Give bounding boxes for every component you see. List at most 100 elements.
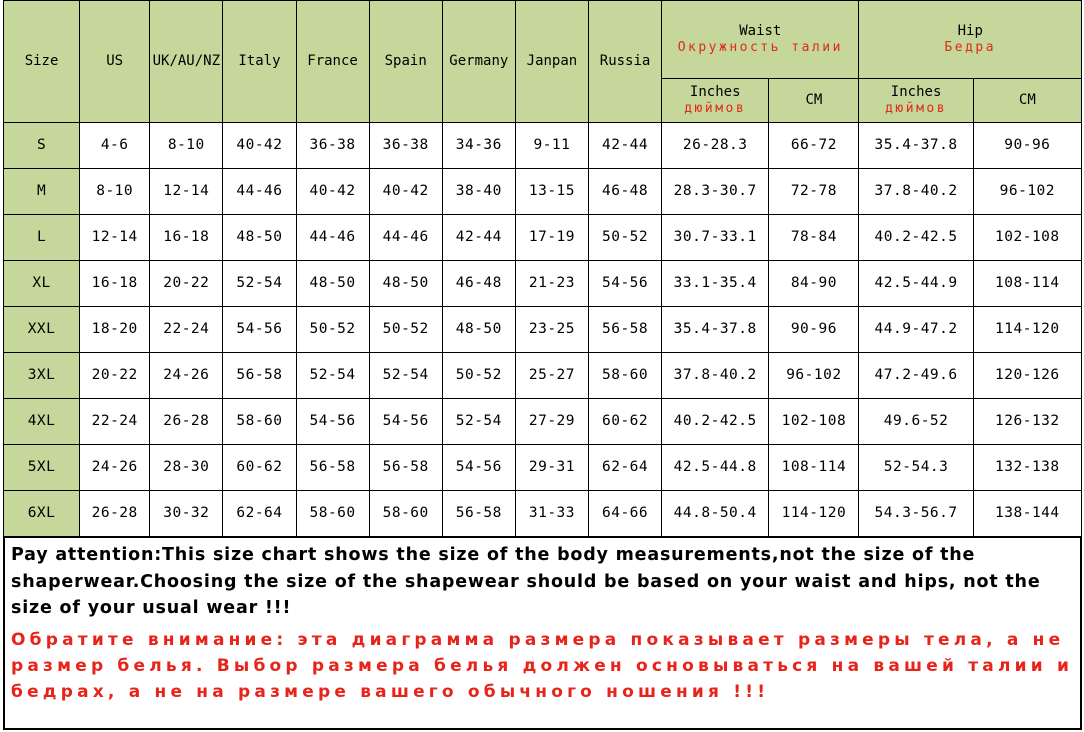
- table-row: XL 16-18 20-22 52-54 48-50 48-50 46-48 21-23 54-…: [2, 260, 1083, 307]
- cell-waist-in: 26-28.3: [661, 122, 770, 169]
- cell-size: 5XL: [2, 444, 81, 491]
- cell-hip-cm: 108-114: [972, 260, 1083, 307]
- cell-waist-in: 44.8-50.4: [661, 490, 770, 537]
- cell-japan: 13-15: [514, 168, 590, 215]
- cell-waist-cm: 78-84: [768, 214, 860, 261]
- cell-italy: 60-62: [222, 444, 297, 491]
- cell-waist-cm: 102-108: [768, 398, 860, 445]
- group-header-hip: Hip Бедра: [858, 0, 1082, 79]
- cell-france: 48-50: [295, 260, 370, 307]
- cell-size: L: [2, 214, 81, 261]
- cell-hip-cm: 114-120: [972, 306, 1083, 353]
- group-header-waist-en: Waist: [739, 22, 782, 39]
- cell-uk: 12-14: [149, 168, 224, 215]
- cell-waist-cm: 84-90: [768, 260, 860, 307]
- cell-uk: 28-30: [149, 444, 224, 491]
- cell-waist-in: 35.4-37.8: [661, 306, 770, 353]
- cell-hip-cm: 90-96: [972, 122, 1083, 169]
- cell-hip-cm: 96-102: [972, 168, 1083, 215]
- group-header-waist: Waist Окружность талии: [661, 0, 860, 79]
- cell-size: XL: [2, 260, 81, 307]
- cell-hip-in: 47.2-49.6: [858, 352, 974, 399]
- table-row: 6XL 26-28 30-32 62-64 58-60 58-60 56-58 31-33 64…: [2, 490, 1083, 537]
- cell-russia: 50-52: [587, 214, 663, 261]
- cell-hip-in: 54.3-56.7: [858, 490, 974, 537]
- cell-uk: 22-24: [149, 306, 224, 353]
- cell-waist-cm: 114-120: [768, 490, 860, 537]
- cell-germany: 52-54: [441, 398, 516, 445]
- cell-france: 44-46: [295, 214, 370, 261]
- table-body: S 4-6 8-10 40-42 36-38 36-38 34-36 9-11 42-44 26-…: [2, 122, 1083, 537]
- cell-waist-in: 30.7-33.1: [661, 214, 770, 261]
- group-header-hip-en: Hip: [957, 22, 983, 39]
- cell-japan: 31-33: [514, 490, 590, 537]
- table-header: Size US UK/AU/NZ Italy France Spain Germ…: [2, 0, 1083, 123]
- cell-hip-in: 40.2-42.5: [858, 214, 974, 261]
- cell-italy: 62-64: [222, 490, 297, 537]
- cell-germany: 38-40: [441, 168, 516, 215]
- cell-spain: 48-50: [368, 260, 443, 307]
- cell-russia: 58-60: [587, 352, 663, 399]
- cell-japan: 21-23: [514, 260, 590, 307]
- cell-size: M: [2, 168, 81, 215]
- cell-italy: 48-50: [222, 214, 297, 261]
- cell-italy: 44-46: [222, 168, 297, 215]
- cell-italy: 56-58: [222, 352, 297, 399]
- cell-hip-in: 52-54.3: [858, 444, 974, 491]
- cell-us: 20-22: [79, 352, 151, 399]
- cell-russia: 62-64: [587, 444, 663, 491]
- cell-hip-cm: 102-108: [972, 214, 1083, 261]
- waist-inches-en: Inches: [689, 83, 741, 100]
- cell-us: 16-18: [79, 260, 151, 307]
- cell-germany: 50-52: [441, 352, 516, 399]
- cell-germany: 46-48: [441, 260, 516, 307]
- cell-hip-cm: 132-138: [972, 444, 1083, 491]
- cell-germany: 56-58: [441, 490, 516, 537]
- cell-japan: 9-11: [514, 122, 590, 169]
- cell-waist-in: 37.8-40.2: [661, 352, 770, 399]
- cell-france: 40-42: [295, 168, 370, 215]
- cell-japan: 17-19: [514, 214, 590, 261]
- waist-inches-ru: дюймов: [684, 101, 747, 117]
- table-row: 4XL 22-24 26-28 58-60 54-56 54-56 52-54 27-29 60…: [2, 398, 1083, 445]
- col-header-russia: Russia: [587, 0, 663, 123]
- group-header-hip-ru: Бедра: [944, 40, 997, 56]
- cell-uk: 8-10: [149, 122, 224, 169]
- cell-uk: 16-18: [149, 214, 224, 261]
- col-header-japan: Janpan: [514, 0, 590, 123]
- cell-hip-cm: 126-132: [972, 398, 1083, 445]
- cell-spain: 52-54: [368, 352, 443, 399]
- hip-inches-en: Inches: [890, 83, 942, 100]
- table-row: 3XL 20-22 24-26 56-58 52-54 52-54 50-52 25-27 58…: [2, 352, 1083, 399]
- cell-italy: 54-56: [222, 306, 297, 353]
- hip-cm-en: CM: [1018, 92, 1036, 109]
- cell-hip-in: 42.5-44.9: [858, 260, 974, 307]
- cell-waist-in: 40.2-42.5: [661, 398, 770, 445]
- cell-hip-cm: 138-144: [972, 490, 1083, 537]
- note-english: Pay attention:This size chart shows the …: [11, 545, 1048, 619]
- cell-france: 58-60: [295, 490, 370, 537]
- col-header-germany: Germany: [441, 0, 516, 123]
- cell-france: 52-54: [295, 352, 370, 399]
- cell-uk: 20-22: [149, 260, 224, 307]
- cell-us: 18-20: [79, 306, 151, 353]
- cell-france: 54-56: [295, 398, 370, 445]
- cell-italy: 58-60: [222, 398, 297, 445]
- cell-hip-cm: 120-126: [972, 352, 1083, 399]
- cell-waist-cm: 90-96: [768, 306, 860, 353]
- note-russian: Обратите внимание: эта диаграмма размера…: [11, 629, 1084, 703]
- cell-us: 22-24: [79, 398, 151, 445]
- col-header-france: France: [295, 0, 370, 123]
- cell-size: S: [2, 122, 81, 169]
- cell-france: 36-38: [295, 122, 370, 169]
- cell-spain: 58-60: [368, 490, 443, 537]
- cell-us: 26-28: [79, 490, 151, 537]
- cell-waist-in: 28.3-30.7: [661, 168, 770, 215]
- cell-russia: 46-48: [587, 168, 663, 215]
- cell-spain: 50-52: [368, 306, 443, 353]
- col-header-uk-au-nz: UK/AU/NZ: [149, 0, 224, 123]
- cell-size: 3XL: [2, 352, 81, 399]
- cell-japan: 27-29: [514, 398, 590, 445]
- col-header-size: Size: [2, 0, 81, 123]
- cell-russia: 42-44: [587, 122, 663, 169]
